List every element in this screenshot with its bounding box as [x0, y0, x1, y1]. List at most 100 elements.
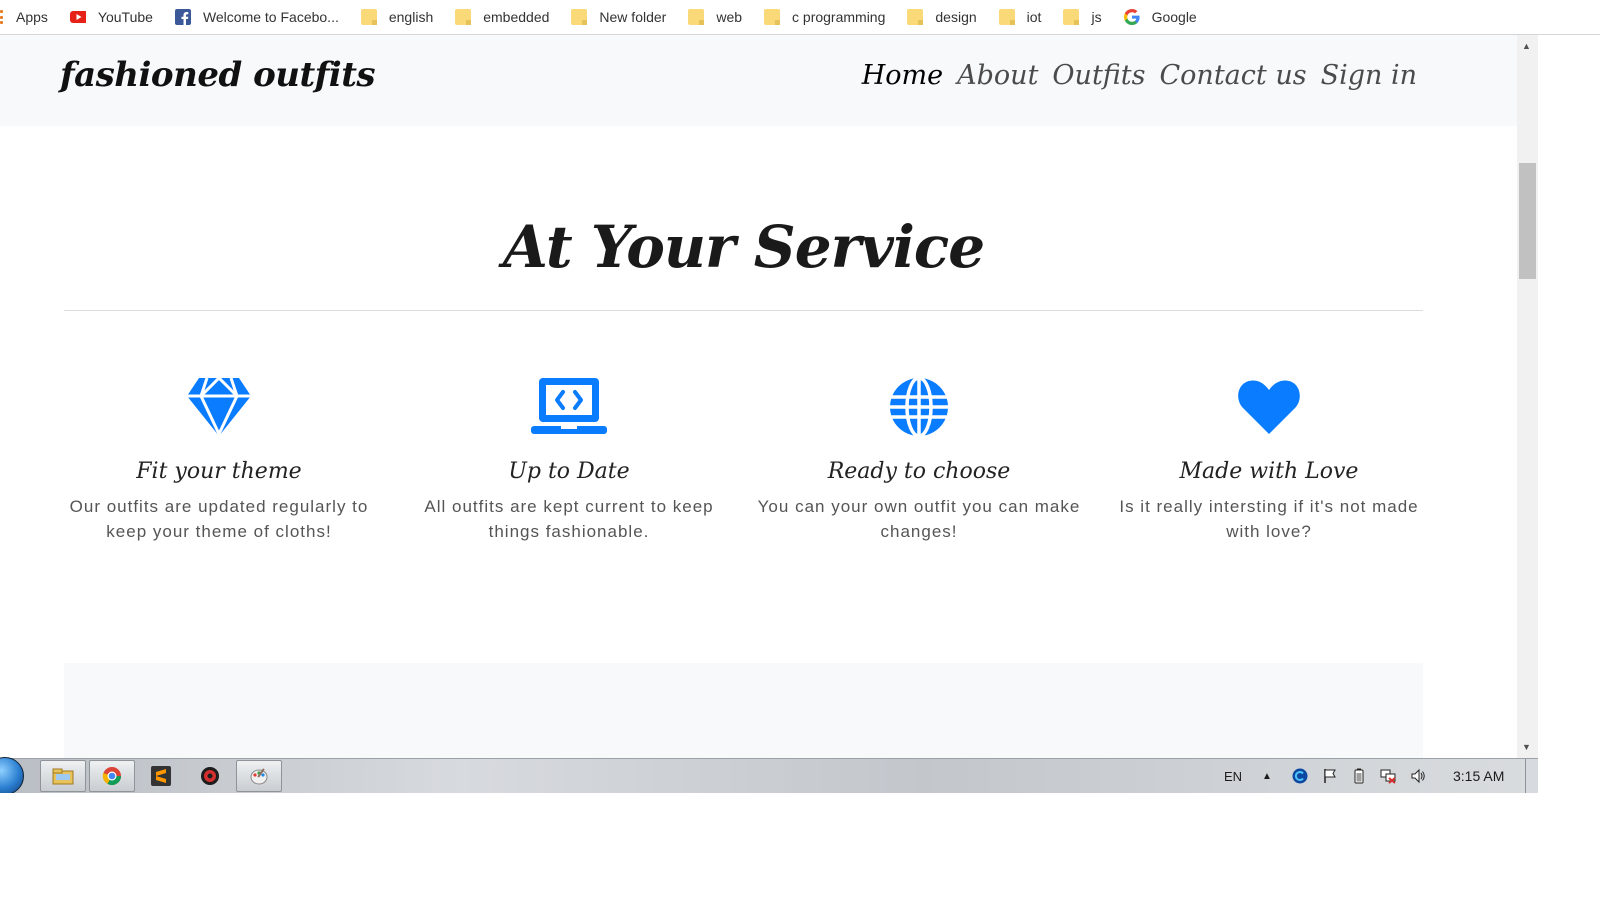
bookmark-label: iot: [1026, 9, 1042, 25]
section-title: At Your Service: [502, 213, 985, 281]
bookmark-google[interactable]: Google: [1123, 9, 1197, 25]
network-disconnected-icon: [1380, 769, 1396, 784]
feature-card: Up to Date All outfits are kept current …: [394, 375, 744, 544]
bookmark-apps[interactable]: Apps: [0, 9, 48, 25]
apps-icon: [0, 10, 4, 24]
chevron-up-icon: ▲: [1262, 770, 1272, 782]
bookmark-label: english: [388, 9, 434, 25]
bookmark-folder-c-programming[interactable]: c programming: [764, 9, 885, 25]
feature-text: Our outfits are updated regularly to kee…: [69, 497, 369, 541]
tray-action-center[interactable]: [1322, 759, 1338, 793]
folder-icon: [907, 9, 924, 25]
folder-icon: [360, 9, 377, 25]
feature-title: Ready to choose: [827, 459, 1011, 484]
tray-volume[interactable]: [1410, 759, 1426, 793]
bookmark-label: New folder: [599, 9, 667, 25]
features-row: Fit your theme Our outfits are updated r…: [44, 375, 1444, 544]
flag-icon: [1324, 769, 1336, 783]
globe-icon: [890, 376, 948, 438]
bookmark-label: Apps: [16, 9, 48, 25]
bookmark-folder-embedded[interactable]: embedded: [455, 9, 549, 25]
start-button[interactable]: [0, 757, 24, 795]
bookmark-facebook[interactable]: Welcome to Facebo...: [174, 9, 339, 25]
nav-link-outfits[interactable]: Outfits: [1052, 60, 1145, 91]
folder-icon: [455, 9, 472, 25]
laptop-code-icon: [531, 378, 607, 434]
taskbar: EN ▲ 3:15 AM: [0, 757, 1538, 795]
feature-card: Fit your theme Our outfits are updated r…: [44, 375, 394, 544]
folder-icon: [688, 9, 705, 25]
facebook-icon: [174, 9, 191, 25]
nav-link-sign-in[interactable]: Sign in: [1321, 60, 1417, 91]
show-desktop-button[interactable]: [1525, 759, 1538, 793]
section-divider: [64, 310, 1423, 311]
navbar: fashioned outfits Home About Outfits Con…: [0, 35, 1517, 126]
youtube-icon: [69, 11, 86, 23]
bookmark-folder-web[interactable]: web: [688, 9, 742, 25]
volume-icon: [1411, 768, 1425, 784]
folder-icon: [1063, 9, 1080, 25]
tray-battery[interactable]: [1351, 759, 1367, 793]
language-label: EN: [1224, 768, 1243, 784]
paint-icon: [250, 768, 268, 785]
feature-title: Fit your theme: [136, 459, 302, 484]
bookmark-label: c programming: [792, 9, 886, 25]
tray-app-c[interactable]: [1292, 759, 1308, 793]
bookmark-folder-js[interactable]: js: [1063, 9, 1102, 25]
sublime-icon: [151, 766, 171, 786]
battery-icon: [1354, 768, 1364, 784]
bookmark-folder-english[interactable]: english: [360, 9, 434, 25]
tray-expand-button[interactable]: ▲: [1262, 759, 1272, 793]
feature-card: Ready to choose You can your own outfit …: [744, 375, 1094, 544]
explorer-icon: [52, 768, 74, 785]
feature-text: All outfits are kept current to keep thi…: [424, 497, 714, 541]
clock-time: 3:15 AM: [1453, 768, 1505, 784]
feature-text: Is it really intersting if it's not made…: [1119, 497, 1419, 541]
chrome-icon: [102, 767, 121, 786]
bookmark-label: web: [716, 9, 743, 25]
bookmark-label: Welcome to Facebo...: [202, 9, 339, 25]
taskbar-app-button[interactable]: [187, 760, 233, 792]
taskbar-explorer-button[interactable]: [40, 760, 86, 792]
tray-network[interactable]: [1380, 759, 1396, 793]
folder-icon: [764, 9, 781, 25]
bookmark-folder-design[interactable]: design: [907, 9, 977, 25]
scroll-up-arrow-icon[interactable]: ▲: [1522, 41, 1531, 51]
bookmarks-bar: Apps YouTube Welcome to Facebo... englis…: [0, 0, 1600, 35]
heart-icon: [1238, 380, 1300, 434]
scrollbar-thumb[interactable]: [1519, 163, 1536, 279]
bookmark-folder-iot[interactable]: iot: [998, 9, 1042, 25]
bookmark-label: js: [1091, 9, 1102, 25]
c-app-icon: [1292, 768, 1308, 784]
bookmark-folder-new-folder[interactable]: New folder: [571, 9, 666, 25]
page-scrollbar[interactable]: ▲ ▼: [1517, 35, 1538, 758]
nav-links: Home About Outfits Contact us Sign in: [862, 60, 1417, 91]
brand-logo[interactable]: fashioned outfits: [60, 55, 376, 95]
page-viewport: fashioned outfits Home About Outfits Con…: [0, 35, 1517, 758]
bookmark-youtube[interactable]: YouTube: [69, 9, 153, 25]
feature-title: Made with Love: [1179, 459, 1359, 484]
nav-link-home[interactable]: Home: [862, 60, 943, 91]
tray-clock[interactable]: 3:15 AM: [1453, 759, 1504, 793]
bookmark-label: Google: [1151, 9, 1197, 25]
feature-text: You can your own outfit you can make cha…: [757, 497, 1081, 541]
taskbar-paint-button[interactable]: [236, 760, 282, 792]
feature-card: Made with Love Is it really intersting i…: [1094, 375, 1444, 544]
nav-link-about[interactable]: About: [957, 60, 1038, 91]
language-indicator[interactable]: EN: [1224, 759, 1242, 793]
bookmark-label: embedded: [483, 9, 550, 25]
folder-icon: [571, 9, 588, 25]
taskbar-chrome-button[interactable]: [89, 760, 135, 792]
game-icon: [201, 767, 219, 785]
bookmark-label: design: [935, 9, 977, 25]
next-section-panel: [64, 663, 1423, 758]
scroll-down-arrow-icon[interactable]: ▼: [1522, 742, 1531, 752]
empty-area: [0, 793, 1600, 900]
taskbar-sublime-button[interactable]: [138, 760, 184, 792]
bookmark-label: YouTube: [97, 9, 153, 25]
feature-title: Up to Date: [508, 459, 630, 484]
nav-link-contact-us[interactable]: Contact us: [1160, 60, 1307, 91]
folder-icon: [998, 9, 1015, 25]
google-icon: [1123, 9, 1140, 25]
gem-icon: [187, 376, 251, 438]
